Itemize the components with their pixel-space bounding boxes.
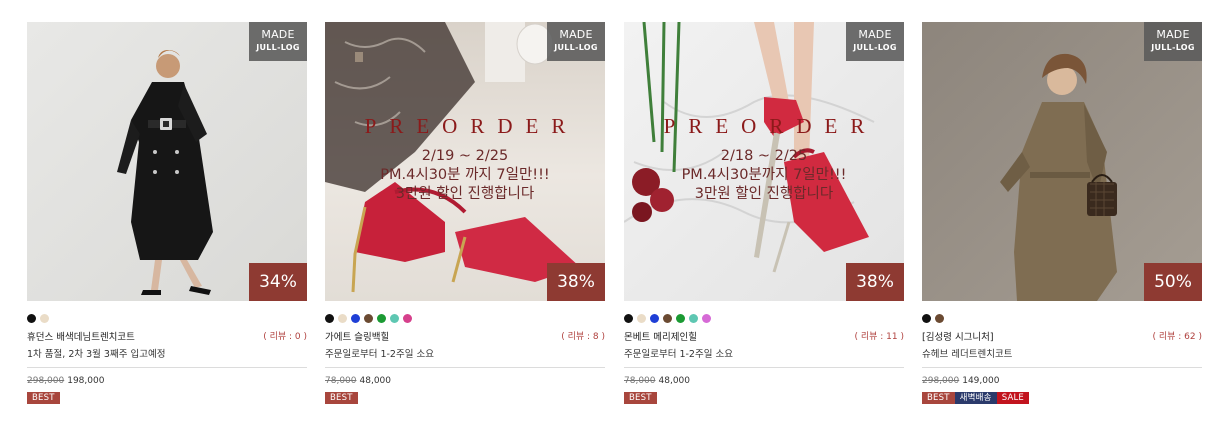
product-card-1[interactable]: PREORDER 2/19 ~ 2/25 PM.4시30분 까지 7일만!!! …	[325, 22, 605, 301]
color-swatch-beige[interactable]	[338, 314, 347, 323]
badge-made-text: MADE	[559, 28, 593, 41]
preorder-line: PM.4시30분까지 7일만!!!	[681, 167, 847, 183]
preorder-line: 3만원 할인 진행합니다	[395, 186, 535, 202]
badge-made-text: MADE	[261, 28, 295, 41]
badge-brand-text: JULL-LOG	[853, 43, 897, 52]
preorder-line: 3만원 할인 진행합니다	[694, 186, 834, 202]
review-count: ( 리뷰 : 11 )	[854, 332, 904, 342]
color-swatch-beige[interactable]	[40, 314, 49, 323]
color-swatch-mint[interactable]	[390, 314, 399, 323]
color-swatch-black[interactable]	[922, 314, 931, 323]
sale-price: 149,000	[962, 376, 1000, 386]
review-count: ( 리뷰 : 62 )	[1152, 332, 1202, 342]
color-swatch-green[interactable]	[377, 314, 386, 323]
product-subtitle: 1차 품절, 2차 3월 3째주 입고예정	[27, 349, 166, 360]
sale-price: 198,000	[67, 376, 105, 386]
product-tags: BEST	[27, 392, 60, 404]
sale-tag: SALE	[996, 392, 1029, 404]
original-price: 298,000	[922, 376, 960, 386]
preorder-line: 2/18 ~ 2/25	[720, 148, 808, 164]
divider	[624, 367, 904, 368]
badge-brand-text: JULL-LOG	[1151, 43, 1195, 52]
color-swatch-brown[interactable]	[663, 314, 672, 323]
preorder-overlay: PREORDER 2/18 ~ 2/25 PM.4시30분까지 7일만!!! 3…	[624, 114, 904, 204]
price: 78,000 48,000	[325, 376, 391, 386]
made-jull-log-badge: MADE JULL-LOG	[1144, 22, 1202, 61]
divider	[922, 367, 1202, 368]
discount-badge: 50%	[1144, 263, 1202, 301]
badge-brand-text: JULL-LOG	[554, 43, 598, 52]
product-card-0[interactable]: MADE JULL-LOG 34%	[27, 22, 307, 301]
product-name[interactable]: 휴던스 배색데님트렌치코트	[27, 329, 135, 343]
best-tag: BEST	[922, 392, 955, 404]
badge-made-text: MADE	[1156, 28, 1190, 41]
sale-price: 48,000	[658, 376, 691, 386]
color-swatch-black[interactable]	[27, 314, 36, 323]
color-swatch-black[interactable]	[325, 314, 334, 323]
divider	[325, 367, 605, 368]
price: 78,000 48,000	[624, 376, 690, 386]
review-count: ( 리뷰 : 8 )	[561, 332, 605, 342]
made-jull-log-badge: MADE JULL-LOG	[249, 22, 307, 61]
product-photo-trench-black	[27, 22, 307, 301]
product-image[interactable]: MADE JULL-LOG 34%	[27, 22, 307, 301]
best-tag: BEST	[27, 392, 60, 404]
review-count: ( 리뷰 : 0 )	[263, 332, 307, 342]
product-image[interactable]: PREORDER 2/19 ~ 2/25 PM.4시30분 까지 7일만!!! …	[325, 22, 605, 301]
discount-badge: 34%	[249, 263, 307, 301]
dawn-delivery-tag: 새벽배송	[954, 392, 997, 404]
product-subtitle: 주문일로부터 1-2주일 소요	[624, 349, 733, 360]
original-price: 78,000	[624, 376, 656, 386]
badge-brand-text: JULL-LOG	[256, 43, 300, 52]
best-tag: BEST	[325, 392, 358, 404]
price: 298,000 149,000	[922, 376, 999, 386]
color-swatch-brown[interactable]	[364, 314, 373, 323]
made-jull-log-badge: MADE JULL-LOG	[846, 22, 904, 61]
color-swatch-blue[interactable]	[351, 314, 360, 323]
best-tag: BEST	[624, 392, 657, 404]
product-grid: MADE JULL-LOG 34% 휴던스 배색데님트렌치코트 ( 리뷰 : 0…	[0, 0, 1221, 421]
product-tags: BEST	[325, 392, 358, 404]
color-swatch-mint[interactable]	[689, 314, 698, 323]
color-swatch-beige[interactable]	[637, 314, 646, 323]
original-price: 298,000	[27, 376, 65, 386]
preorder-title: PREORDER	[364, 114, 579, 138]
discount-badge: 38%	[846, 263, 904, 301]
product-image[interactable]: PREORDER 2/18 ~ 2/25 PM.4시30분까지 7일만!!! 3…	[624, 22, 904, 301]
color-swatch-black[interactable]	[624, 314, 633, 323]
product-card-2[interactable]: PREORDER 2/18 ~ 2/25 PM.4시30분까지 7일만!!! 3…	[624, 22, 904, 301]
product-tags: BEST	[624, 392, 657, 404]
divider	[27, 367, 307, 368]
color-swatch-blue[interactable]	[650, 314, 659, 323]
preorder-title: PREORDER	[663, 114, 878, 138]
product-subtitle: 슈헤브 레더트렌치코트	[922, 349, 1013, 360]
preorder-overlay: PREORDER 2/19 ~ 2/25 PM.4시30분 까지 7일만!!! …	[325, 114, 605, 204]
preorder-line: 2/19 ~ 2/25	[421, 148, 509, 164]
color-swatch-violet[interactable]	[702, 314, 711, 323]
made-jull-log-badge: MADE JULL-LOG	[547, 22, 605, 61]
product-card-3[interactable]: MADE JULL-LOG 50%	[922, 22, 1202, 301]
product-photo-leather-trench	[922, 22, 1202, 301]
discount-badge: 38%	[547, 263, 605, 301]
color-swatch-green[interactable]	[676, 314, 685, 323]
product-name[interactable]: 몬베트 메리제인힐	[624, 329, 697, 343]
product-name[interactable]: 가에트 슬링백힐	[325, 329, 389, 343]
sale-price: 48,000	[359, 376, 392, 386]
product-tags: BEST 새벽배송 SALE	[922, 392, 1029, 404]
color-swatch-brown[interactable]	[935, 314, 944, 323]
price: 298,000 198,000	[27, 376, 104, 386]
product-subtitle: 주문일로부터 1-2주일 소요	[325, 349, 434, 360]
preorder-line: PM.4시30분 까지 7일만!!!	[380, 167, 550, 183]
product-name[interactable]: [김성령 시그니처]	[922, 329, 994, 343]
original-price: 78,000	[325, 376, 357, 386]
color-swatch-pink[interactable]	[403, 314, 412, 323]
badge-made-text: MADE	[858, 28, 892, 41]
product-image[interactable]: MADE JULL-LOG 50%	[922, 22, 1202, 301]
